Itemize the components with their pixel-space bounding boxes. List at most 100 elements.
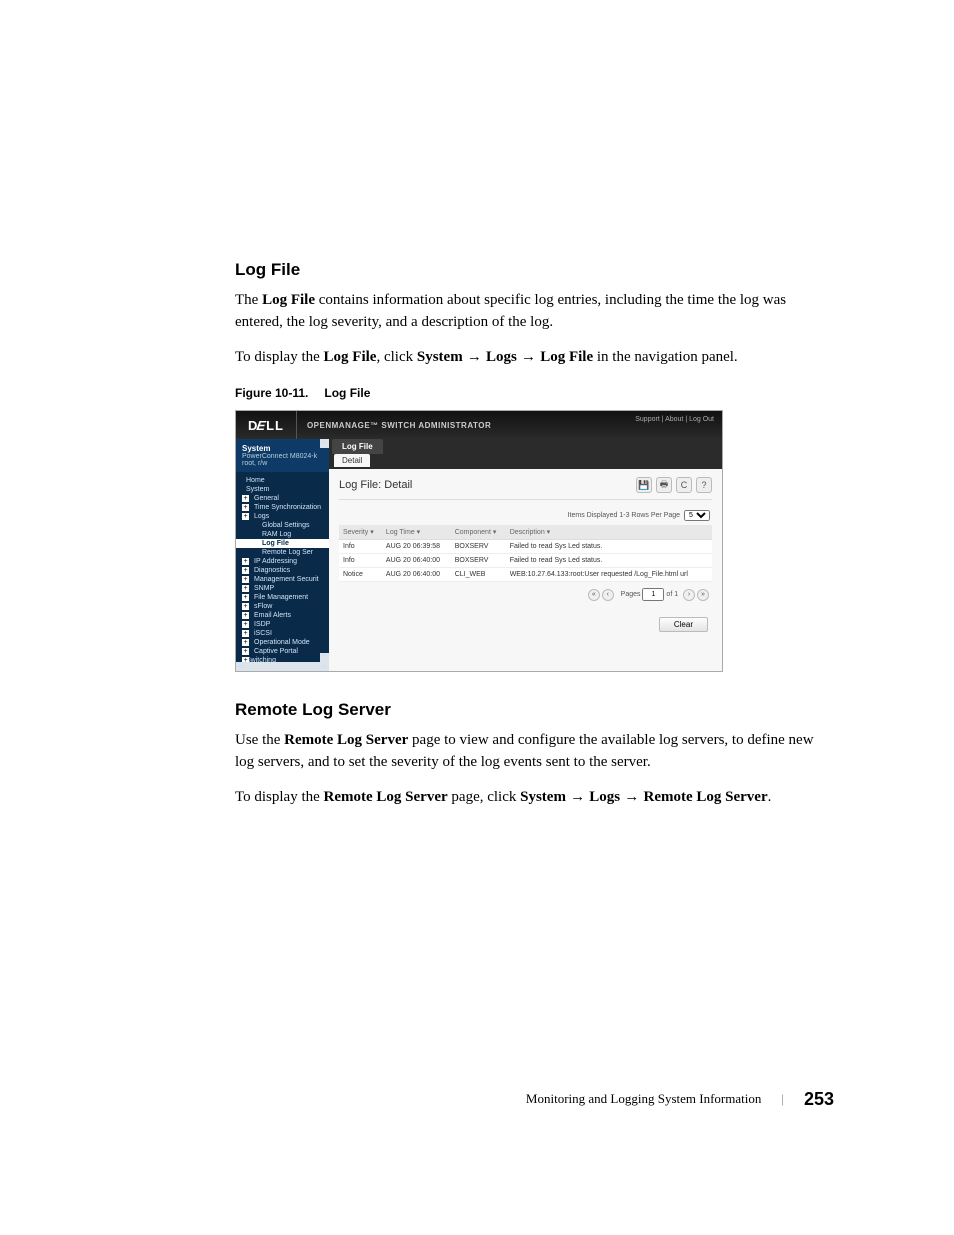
figure-caption: Figure 10-11.Log File — [235, 386, 834, 400]
print-icon[interactable]: 🖶 — [656, 477, 672, 493]
items-displayed: Items Displayed 1-3 Rows Per Page 5 — [339, 506, 712, 525]
table-cell: WEB:10.27.64.133:root:User requested /Lo… — [506, 568, 712, 582]
content-pane: Log File: Detail 💾 🖶 C ? Items Displayed… — [329, 469, 722, 671]
dell-logo: DELL — [236, 411, 297, 439]
save-icon[interactable]: 💾 — [636, 477, 652, 493]
page-number: 253 — [804, 1089, 834, 1110]
items-displayed-text: Items Displayed 1-3 Rows Per Page — [568, 512, 680, 519]
toolbar-icons: 💾 🖶 C ? — [636, 477, 712, 493]
refresh-icon[interactable]: C — [676, 477, 692, 493]
table-row: InfoAUG 20 06:39:58BOXSERVFailed to read… — [339, 540, 712, 554]
text: in the navigation panel. — [593, 349, 738, 365]
nav-item[interactable]: Time Synchronization — [236, 503, 329, 512]
column-header[interactable]: Description ▾ — [506, 525, 712, 540]
text: , click — [376, 349, 416, 365]
table-row: NoticeAUG 20 06:40:00CLI_WEBWEB:10.27.64… — [339, 568, 712, 582]
paragraph: The Log File contains information about … — [235, 290, 834, 334]
app-header: DELL OPENMANAGE™ SWITCH ADMINISTRATOR Su… — [236, 411, 722, 439]
column-header[interactable]: Log Time ▾ — [382, 525, 451, 540]
clear-button[interactable]: Clear — [659, 617, 708, 632]
footer-text: Monitoring and Logging System Informatio… — [526, 1091, 761, 1107]
arrow-icon: → — [517, 348, 540, 365]
device-model: PowerConnect M8024-k — [242, 453, 323, 460]
text: page, click — [448, 789, 520, 805]
table-cell: BOXSERV — [451, 540, 506, 554]
table-cell: Info — [339, 540, 382, 554]
pager-first-icon[interactable]: « — [588, 589, 600, 601]
table-cell: Failed to read Sys Led status. — [506, 554, 712, 568]
footer-separator: | — [781, 1091, 784, 1107]
paragraph: To display the Remote Log Server page, c… — [235, 786, 834, 809]
scrollbar-down-icon[interactable]: ▼ — [320, 653, 329, 662]
bold-text: Logs — [486, 349, 517, 365]
bold-text: Log File — [262, 292, 315, 308]
nav-item[interactable]: RAM Log — [236, 530, 329, 539]
bold-text: System — [520, 789, 566, 805]
bold-text: System — [417, 349, 463, 365]
tab-detail[interactable]: Detail — [334, 454, 370, 467]
h-scrollbar[interactable]: ◀▶ — [236, 662, 329, 671]
text: contains information about specific log … — [235, 292, 786, 330]
user-label: root, r/w — [242, 460, 323, 467]
figure-label: Figure 10-11. — [235, 386, 308, 400]
nav-item[interactable]: ISDP — [236, 620, 329, 629]
bold-text: Remote Log Server — [643, 789, 767, 805]
page-footer: Monitoring and Logging System Informatio… — [235, 1089, 834, 1110]
nav-item[interactable]: Diagnostics — [236, 566, 329, 575]
pager-last-icon[interactable]: » — [697, 589, 709, 601]
bold-text: Log File — [540, 349, 593, 365]
paragraph: To display the Log File, click System → … — [235, 346, 834, 369]
nav-item[interactable]: SNMP — [236, 584, 329, 593]
nav-item[interactable]: Email Alerts — [236, 611, 329, 620]
heading-log-file: Log File — [235, 260, 834, 280]
pager-current-input[interactable] — [642, 588, 664, 601]
nav-item[interactable]: Captive Portal — [236, 647, 329, 656]
pager-next-icon[interactable]: › — [683, 589, 695, 601]
nav-item[interactable]: iSCSI — [236, 629, 329, 638]
pager-prev-icon[interactable]: ‹ — [602, 589, 614, 601]
pager: «‹ Pages of 1 ›» — [339, 582, 712, 607]
pager-label: Pages — [621, 591, 641, 598]
pane-title: Log File: Detail — [339, 479, 412, 491]
nav-item[interactable]: System — [236, 485, 329, 494]
nav-item[interactable]: Home — [236, 476, 329, 485]
arrow-icon: → — [620, 788, 643, 805]
nav-item[interactable]: General — [236, 494, 329, 503]
text: Use the — [235, 732, 284, 748]
tab-bar: Log File Detail — [329, 439, 722, 469]
nav-tree: HomeSystemGeneralTime SynchronizationLog… — [236, 472, 329, 665]
nav-item[interactable]: IP Addressing — [236, 557, 329, 566]
main-panel: Log File Detail Log File: Detail 💾 🖶 C ? — [329, 439, 722, 671]
nav-item[interactable]: File Management — [236, 593, 329, 602]
arrow-icon: → — [566, 788, 589, 805]
scrollbar-up-icon[interactable]: ▲ — [320, 439, 329, 448]
nav-item[interactable]: Global Settings — [236, 521, 329, 530]
column-header[interactable]: Severity ▾ — [339, 525, 382, 540]
nav-item[interactable]: Management Securit — [236, 575, 329, 584]
bold-text: Logs — [589, 789, 620, 805]
table-cell: Notice — [339, 568, 382, 582]
text: To display the — [235, 789, 324, 805]
nav-item[interactable]: sFlow — [236, 602, 329, 611]
help-icon[interactable]: ? — [696, 477, 712, 493]
sidebar-header: System PowerConnect M8024-k root, r/w — [236, 439, 329, 472]
text: . — [768, 789, 772, 805]
sidebar: ▲ System PowerConnect M8024-k root, r/w … — [236, 439, 329, 671]
screenshot-log-file: DELL OPENMANAGE™ SWITCH ADMINISTRATOR Su… — [235, 410, 723, 672]
tab-log-file[interactable]: Log File — [332, 439, 383, 454]
bold-text: Remote Log Server — [324, 789, 448, 805]
column-header[interactable]: Component ▾ — [451, 525, 506, 540]
table-row: InfoAUG 20 06:40:00BOXSERVFailed to read… — [339, 554, 712, 568]
table-cell: Failed to read Sys Led status. — [506, 540, 712, 554]
table-cell: BOXSERV — [451, 554, 506, 568]
heading-remote-log-server: Remote Log Server — [235, 700, 834, 720]
nav-item[interactable]: Log File — [236, 539, 329, 548]
nav-item[interactable]: Logs — [236, 512, 329, 521]
rows-per-page-select[interactable]: 5 — [684, 510, 710, 521]
nav-item[interactable]: Remote Log Ser — [236, 548, 329, 557]
table-cell: AUG 20 06:40:00 — [382, 554, 451, 568]
paragraph: Use the Remote Log Server page to view a… — [235, 730, 834, 774]
log-table: Severity ▾Log Time ▾Component ▾Descripti… — [339, 525, 712, 582]
nav-item[interactable]: Operational Mode — [236, 638, 329, 647]
header-links[interactable]: Support | About | Log Out — [635, 416, 714, 423]
